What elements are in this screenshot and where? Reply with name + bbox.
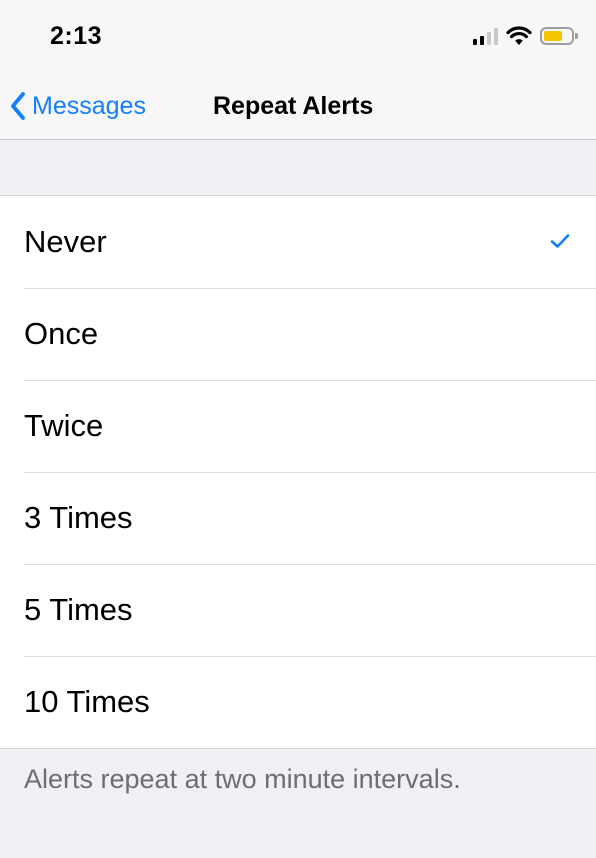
page-title: Repeat Alerts [213,92,374,120]
status-bar: 2:13 [0,0,596,70]
option-label: 10 Times [24,684,150,719]
navigation-bar: Messages Repeat Alerts [0,70,596,140]
chevron-left-icon [11,92,25,120]
battery-icon [540,27,578,45]
footer-note: Alerts repeat at two minute intervals. [24,764,461,794]
status-time: 2:13 [50,22,103,50]
back-button[interactable]: Messages [10,88,146,124]
checkmark-icon [550,234,570,248]
option-label: 3 Times [24,500,133,535]
option-label: Never [24,224,107,259]
option-3-times[interactable]: 3 Times [0,472,596,564]
option-label: Twice [24,408,104,443]
option-10-times[interactable]: 10 Times [0,656,596,748]
back-button-label: Messages [32,91,146,120]
battery-level [544,31,562,41]
option-label: 5 Times [24,592,133,627]
option-never[interactable]: Never [0,196,596,288]
wifi-icon [506,26,532,45]
option-once[interactable]: Once [0,288,596,380]
option-5-times[interactable]: 5 Times [0,564,596,656]
option-twice[interactable]: Twice [0,380,596,472]
status-icons [473,24,578,48]
signal-icon [473,27,498,45]
repeat-options-list: Never Once Twice 3 Times 5 Times 10 Time… [0,195,596,749]
option-label: Once [24,316,99,351]
